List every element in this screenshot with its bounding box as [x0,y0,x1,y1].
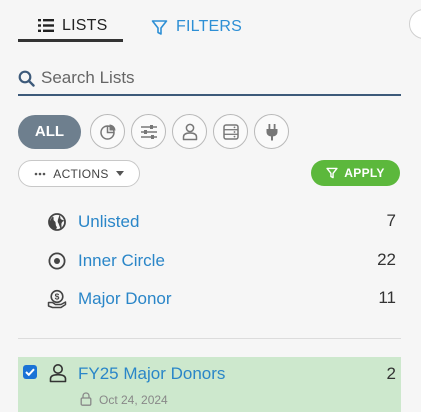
search-bar [18,62,401,96]
tab-filters[interactable]: FILTERS [151,12,242,42]
database-filter-button[interactable] [213,114,248,149]
list-item-count: 22 [377,250,396,269]
caret-down-icon [115,171,124,176]
apply-label: APPLY [344,166,385,180]
list-item-unlisted[interactable]: Unlisted 7 [0,206,421,238]
divider [18,338,401,339]
user-filter-button[interactable] [172,114,207,149]
svg-text:$: $ [55,292,60,302]
saved-list-count: 2 [386,364,396,383]
all-types-button[interactable]: ALL [18,114,81,149]
pie-chart-filter-button[interactable] [90,114,125,149]
check-icon [25,368,35,376]
list-checkbox[interactable] [23,365,37,379]
tab-filters-label: FILTERS [176,18,243,35]
list-item-label: Inner Circle [78,251,165,270]
list-item-major-donor[interactable]: $ Major Donor 11 [0,283,421,315]
actions-dropdown-button[interactable]: ACTIONS [18,160,140,187]
ellipsis-icon [34,172,46,175]
collapse-panel-button[interactable] [409,9,421,39]
database-icon [222,123,239,140]
pie-chart-icon [99,124,115,140]
search-input[interactable] [41,68,381,88]
list-icon [38,19,54,32]
sliders-icon [140,124,157,139]
globe-icon [48,213,66,231]
list-item-count: 11 [378,288,396,307]
sliders-filter-button[interactable] [131,114,166,149]
tab-lists-label: LISTS [62,16,108,34]
saved-list-row[interactable]: FY25 Major Donors 2 Oct 24, 2024 [18,357,401,412]
user-icon [182,123,197,140]
list-item-label: Major Donor [78,289,172,308]
lists-panel: LISTS FILTERS ALL [0,0,421,412]
filter-icon [151,19,168,35]
donor-hand-icon: $ [47,289,67,309]
list-item-count: 7 [386,211,396,230]
target-circle-icon [48,252,66,270]
plug-icon [266,123,277,140]
list-type-filters: ALL [18,114,289,149]
list-item-inner-circle[interactable]: Inner Circle 22 [0,245,421,277]
filter-icon [326,167,338,179]
tab-lists[interactable]: LISTS [18,12,123,42]
saved-list-name: FY25 Major Donors [78,364,226,383]
saved-list-date: Oct 24, 2024 [99,393,168,407]
list-item-label: Unlisted [78,212,140,231]
lock-icon [80,392,92,406]
user-icon [49,364,67,383]
integration-filter-button[interactable] [254,114,289,149]
apply-button[interactable]: APPLY [311,160,400,186]
search-icon [18,70,35,87]
actions-label: ACTIONS [53,166,109,181]
